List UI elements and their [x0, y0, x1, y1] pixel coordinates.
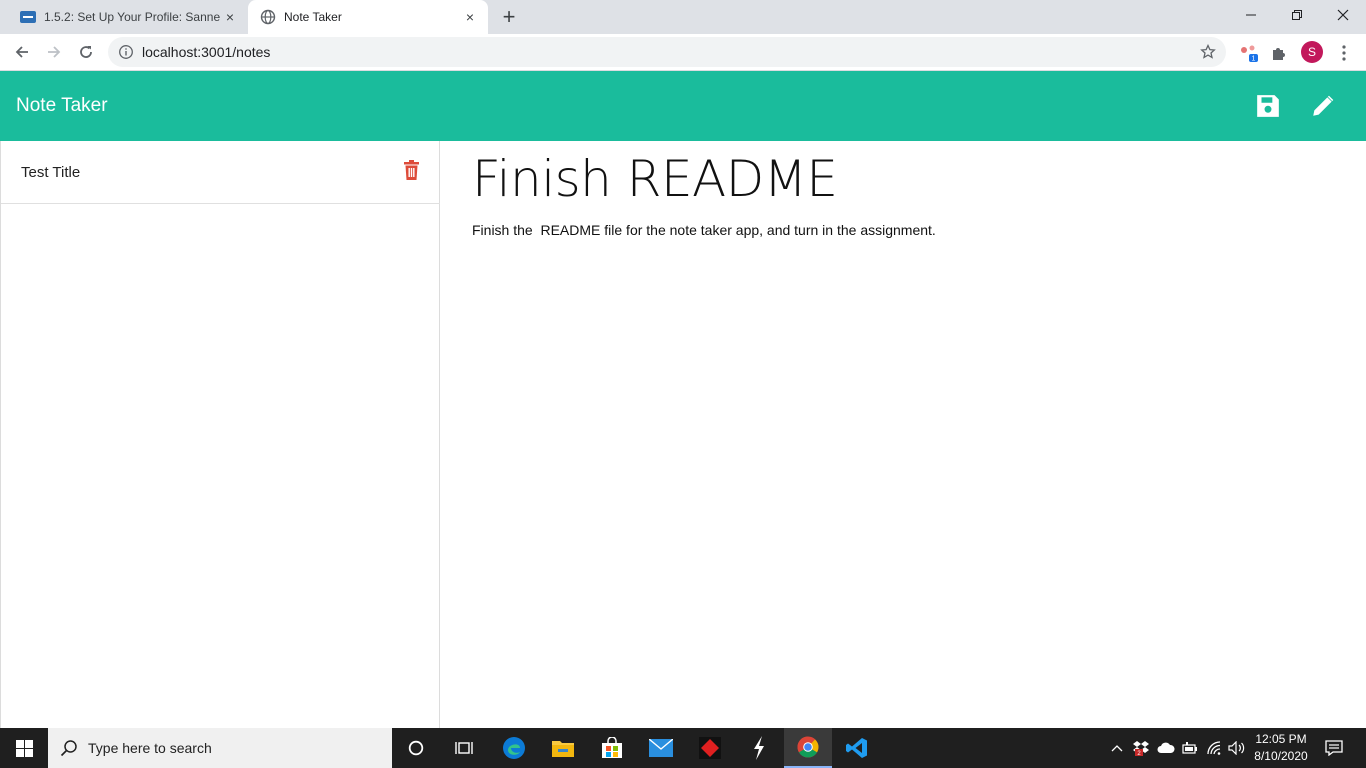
globe-icon: [260, 9, 276, 25]
reload-icon: [80, 46, 92, 58]
close-window-button[interactable]: [1320, 0, 1366, 30]
mail-icon: [649, 739, 673, 757]
clock-date: 8/10/2020: [1254, 749, 1308, 763]
back-button[interactable]: [8, 38, 36, 66]
note-list: Test Title: [0, 141, 440, 728]
tab-title: 1.5.2: Set Up Your Profile: Sanner: [44, 10, 220, 24]
profile-avatar[interactable]: S: [1301, 41, 1323, 63]
tab-close-icon[interactable]: ×: [460, 7, 480, 27]
chrome-taskbar-button[interactable]: [784, 728, 832, 768]
search-placeholder: Type here to search: [88, 740, 212, 756]
task-view-button[interactable]: [440, 728, 488, 768]
taskbar-search[interactable]: Type here to search: [48, 728, 392, 768]
address-bar[interactable]: localhost:3001/notes: [108, 37, 1226, 67]
dropbox-icon: 2: [1133, 741, 1149, 756]
browser-toolbar: localhost:3001/notes 1: [0, 34, 1366, 71]
restore-icon: [1292, 10, 1302, 20]
list-item[interactable]: Test Title: [1, 141, 440, 204]
app-brand[interactable]: Note Taker: [16, 95, 108, 117]
save-note-icon[interactable]: [1255, 93, 1281, 119]
note-title-input[interactable]: Finish README: [472, 150, 838, 208]
new-tab-button[interactable]: +: [498, 6, 520, 28]
store-taskbar-button[interactable]: [588, 728, 636, 768]
reload-button[interactable]: [72, 38, 100, 66]
bookmark-star-icon[interactable]: [1200, 44, 1216, 60]
url-text[interactable]: localhost:3001/notes: [142, 44, 270, 60]
forward-button[interactable]: [40, 38, 68, 66]
browser-tab-canvas[interactable]: 1.5.2: Set Up Your Profile: Sanner ×: [8, 0, 248, 34]
clock-time: 12:05 PM: [1255, 732, 1307, 746]
browser-tabstrip: 1.5.2: Set Up Your Profile: Sanner × Not…: [0, 0, 1366, 34]
pencil-icon[interactable]: [1310, 93, 1336, 119]
lightning-app-icon: [754, 736, 764, 760]
bolt-app-taskbar-button[interactable]: [735, 728, 783, 768]
file-explorer-taskbar-button[interactable]: [539, 728, 587, 768]
edge-icon: [503, 737, 525, 759]
extensions-menu-button[interactable]: [1268, 42, 1290, 64]
taskbar-clock[interactable]: 12:05 PM 8/10/2020: [1248, 731, 1314, 765]
close-icon: [1337, 9, 1349, 21]
app-navbar: Note Taker: [0, 71, 1366, 141]
notification-icon: [1325, 740, 1343, 756]
puzzle-icon: [1273, 48, 1285, 60]
minimize-button[interactable]: [1228, 0, 1274, 30]
battery-tray-button[interactable]: [1179, 728, 1201, 768]
trash-icon[interactable]: [403, 160, 420, 180]
onedrive-tray-button[interactable]: [1155, 728, 1177, 768]
vscode-icon: [846, 738, 867, 758]
chrome-icon: [797, 736, 819, 758]
mail-taskbar-button[interactable]: [637, 728, 685, 768]
start-button[interactable]: [0, 728, 48, 768]
battery-icon: [1182, 742, 1197, 754]
plus-icon: +: [502, 4, 516, 29]
canvas-favicon-icon: [20, 11, 36, 23]
task-view-icon: [455, 742, 473, 754]
extension-button[interactable]: 1: [1238, 42, 1260, 64]
browser-tab-note-taker[interactable]: Note Taker ×: [248, 0, 488, 34]
note-text-area[interactable]: Finish the README file for the note take…: [472, 222, 936, 238]
kebab-menu-icon: [1342, 45, 1346, 61]
minimize-icon: [1246, 14, 1256, 16]
dropbox-tray-button[interactable]: 2: [1130, 728, 1152, 768]
red-diamond-app-icon: [699, 737, 721, 759]
restore-button[interactable]: [1274, 0, 1320, 30]
arrow-right-icon: [48, 46, 61, 58]
search-icon: [60, 740, 77, 757]
volume-tray-button[interactable]: [1226, 728, 1248, 768]
wifi-tray-button[interactable]: [1203, 728, 1225, 768]
tab-close-icon[interactable]: ×: [220, 7, 240, 27]
chevron-up-icon: [1111, 745, 1123, 752]
vscode-taskbar-button[interactable]: [833, 728, 881, 768]
info-icon[interactable]: [118, 44, 134, 60]
cortana-button[interactable]: [392, 728, 440, 768]
extension-graph-icon: 1: [1241, 45, 1258, 63]
cortana-circle-icon: [408, 740, 424, 756]
arrow-left-icon: [15, 46, 28, 58]
store-bag-icon: [602, 737, 622, 758]
extension-badge: 1: [1252, 56, 1256, 63]
windows-taskbar: Type here to search 2 12:05 PM 8/10/2020: [0, 728, 1366, 768]
folder-icon: [552, 741, 574, 757]
windows-logo-icon: [15, 739, 33, 757]
chrome-menu-button[interactable]: [1333, 42, 1355, 64]
edge-taskbar-button[interactable]: [490, 728, 538, 768]
app-diamond-taskbar-button[interactable]: [686, 728, 734, 768]
note-item-title[interactable]: Test Title: [21, 164, 80, 181]
wifi-icon: [1207, 741, 1221, 755]
speaker-icon: [1228, 741, 1245, 755]
cloud-icon: [1157, 742, 1175, 753]
tab-title: Note Taker: [284, 10, 342, 24]
action-center-button[interactable]: [1322, 728, 1346, 768]
show-hidden-icons-button[interactable]: [1108, 728, 1126, 768]
